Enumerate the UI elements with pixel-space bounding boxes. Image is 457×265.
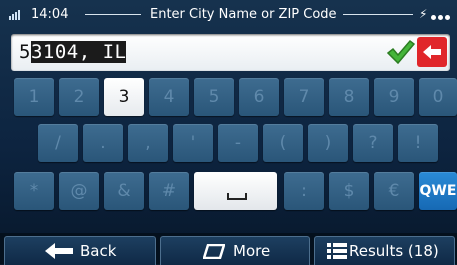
- search-input-text: 53104, IL: [19, 41, 127, 63]
- key-3[interactable]: 3: [104, 78, 144, 116]
- key-1: 1: [14, 78, 54, 116]
- more-button[interactable]: More: [160, 236, 310, 265]
- signal-icon: [9, 10, 24, 20]
- key-open-paren: (: [263, 124, 303, 162]
- key-hyphen: -: [218, 124, 258, 162]
- backspace-arrow-icon: [423, 45, 441, 59]
- key-close-paren: ): [308, 124, 348, 162]
- key-colon: :: [284, 172, 324, 210]
- status-bar: 14:04 Enter City Name or ZIP Code ⚡: [0, 0, 457, 30]
- city-zip-entry-screen: 14:04 Enter City Name or ZIP Code ⚡ 5310…: [0, 0, 457, 265]
- key-dollar: $: [329, 172, 369, 210]
- key-euro: €: [374, 172, 414, 210]
- key-hash: #: [149, 172, 189, 210]
- clock: 14:04: [31, 7, 69, 22]
- key-exclamation: !: [398, 124, 438, 162]
- space-key[interactable]: [194, 172, 277, 210]
- input-text-unselected: 5: [19, 41, 31, 63]
- backspace-button[interactable]: [417, 37, 447, 67]
- key-asterisk: *: [14, 172, 54, 210]
- key-4: 4: [149, 78, 189, 116]
- gps-icon: ⚡: [419, 7, 428, 21]
- list-icon: [327, 243, 347, 259]
- key-7: 7: [284, 78, 324, 116]
- search-input[interactable]: 53104, IL: [11, 34, 450, 71]
- results-button-label: Results (18): [349, 242, 439, 260]
- keyboard-layout-switch-button[interactable]: QWE: [419, 172, 457, 210]
- key-6: 6: [239, 78, 279, 116]
- more-options-icon: [203, 244, 225, 259]
- key-0: 0: [419, 78, 457, 116]
- title-divider-right: [343, 14, 413, 15]
- more-dots-icon[interactable]: [431, 9, 452, 24]
- key-question: ?: [353, 124, 393, 162]
- title-divider-left: [85, 14, 141, 15]
- key-5: 5: [194, 78, 234, 116]
- key-period: .: [83, 124, 123, 162]
- key-comma: ,: [128, 124, 168, 162]
- space-bar-icon: [227, 193, 247, 200]
- key-2: 2: [59, 78, 99, 116]
- key-at: @: [59, 172, 99, 210]
- more-button-label: More: [233, 242, 271, 260]
- key-8: 8: [329, 78, 369, 116]
- key-9: 9: [374, 78, 414, 116]
- key-slash: /: [38, 124, 78, 162]
- page-title: Enter City Name or ZIP Code: [150, 7, 337, 22]
- back-arrow-icon: [45, 243, 73, 259]
- results-button[interactable]: Results (18): [314, 236, 455, 265]
- checkmark-icon[interactable]: [385, 38, 415, 66]
- key-apostrophe: ': [173, 124, 213, 162]
- input-text-selected: 3104, IL: [30, 41, 127, 63]
- back-button-label: Back: [80, 242, 117, 260]
- key-ampersand: &: [104, 172, 144, 210]
- back-button[interactable]: Back: [4, 236, 156, 265]
